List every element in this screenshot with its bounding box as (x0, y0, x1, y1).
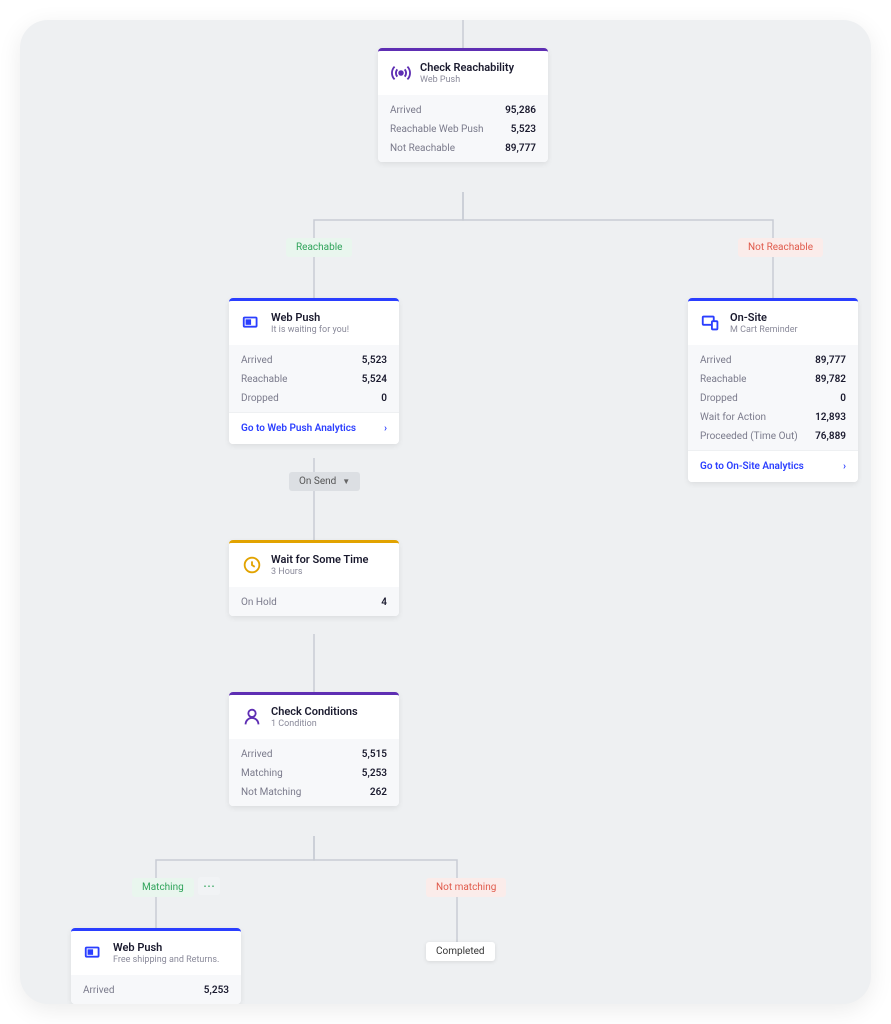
stat-value: 262 (370, 787, 387, 798)
stat-value: 76,889 (815, 431, 846, 442)
stat-value: 5,523 (362, 355, 387, 366)
notification-icon (241, 312, 263, 334)
stat-value: 5,253 (204, 985, 229, 996)
node-wait[interactable]: Wait for Some Time 3 Hours On Hold 4 (229, 540, 399, 616)
node-title: Web Push (113, 941, 219, 954)
on-send-dropdown[interactable]: On Send ▼ (289, 472, 360, 491)
journey-canvas: Check Reachability Web Push Arrived 95,28… (20, 20, 871, 1004)
stat-value: 12,893 (815, 412, 846, 423)
chevron-down-icon: ▼ (342, 477, 350, 486)
node-web-push-1[interactable]: Web Push It is waiting for you! Arrived 5… (229, 298, 399, 444)
stat-value: 89,777 (815, 355, 846, 366)
node-title: On-Site (730, 311, 798, 324)
node-subtitle: It is waiting for you! (271, 325, 349, 335)
stat-label: Arrived (83, 985, 114, 996)
stat-value: 5,523 (511, 124, 536, 135)
stat-label: Arrived (241, 355, 272, 366)
stat-label: Reachable (700, 374, 746, 385)
stat-label: Arrived (700, 355, 731, 366)
stat-label: Dropped (241, 393, 279, 404)
node-check-reachability[interactable]: Check Reachability Web Push Arrived 95,28… (378, 48, 548, 162)
chevron-right-icon: › (843, 461, 846, 472)
analytics-link-on-site[interactable]: Go to On-Site Analytics › (688, 450, 858, 482)
node-on-site[interactable]: On-Site M Cart Reminder Arrived 89,777 Re… (688, 298, 858, 482)
node-title: Wait for Some Time (271, 553, 368, 566)
notification-icon (83, 942, 105, 964)
stat-value: 0 (381, 393, 387, 404)
stat-label: Arrived (390, 105, 421, 116)
node-title: Web Push (271, 311, 349, 324)
link-text: Go to Web Push Analytics (241, 423, 356, 434)
node-subtitle: 3 Hours (271, 567, 368, 577)
stat-value: 5,524 (362, 374, 387, 385)
chevron-right-icon: › (384, 423, 387, 434)
node-subtitle: Free shipping and Returns. (113, 955, 219, 965)
branch-label-not-matching: Not matching (426, 878, 506, 897)
stat-label: Matching (241, 768, 283, 779)
stat-value: 89,782 (815, 374, 846, 385)
broadcast-icon (390, 62, 412, 84)
stat-value: 5,515 (362, 749, 387, 760)
stat-label: Wait for Action (700, 412, 766, 423)
branch-label-matching: Matching (132, 878, 194, 897)
analytics-link-web-push[interactable]: Go to Web Push Analytics › (229, 412, 399, 444)
node-subtitle: M Cart Reminder (730, 325, 798, 335)
branch-options-button[interactable]: ⋯ (198, 877, 220, 895)
stat-value: 5,253 (362, 768, 387, 779)
stat-value: 95,286 (505, 105, 536, 116)
stat-value: 4 (381, 597, 387, 608)
stat-label: On Hold (241, 597, 277, 608)
stat-label: Arrived (241, 749, 272, 760)
node-web-push-2[interactable]: Web Push Free shipping and Returns. Arri… (71, 928, 241, 1004)
stat-value: 0 (840, 393, 846, 404)
node-completed: Completed (426, 942, 495, 961)
user-icon (241, 706, 263, 728)
stat-label: Dropped (700, 393, 738, 404)
dropdown-label: On Send (299, 476, 336, 487)
stat-label: Reachable Web Push (390, 124, 484, 135)
node-title: Check Reachability (420, 61, 514, 74)
stat-label: Proceeded (Time Out) (700, 431, 798, 442)
node-subtitle: 1 Condition (271, 719, 358, 729)
branch-label-reachable: Reachable (286, 238, 352, 257)
branch-label-not-reachable: Not Reachable (738, 238, 823, 257)
link-text: Go to On-Site Analytics (700, 461, 804, 472)
stat-label: Not Reachable (390, 143, 455, 154)
stat-value: 89,777 (505, 143, 536, 154)
devices-icon (700, 312, 722, 334)
connector-lines (20, 20, 871, 1004)
stat-label: Not Matching (241, 787, 301, 798)
node-title: Check Conditions (271, 705, 358, 718)
node-subtitle: Web Push (420, 75, 514, 85)
clock-icon (241, 554, 263, 576)
stat-label: Reachable (241, 374, 287, 385)
node-check-conditions[interactable]: Check Conditions 1 Condition Arrived 5,51… (229, 692, 399, 806)
